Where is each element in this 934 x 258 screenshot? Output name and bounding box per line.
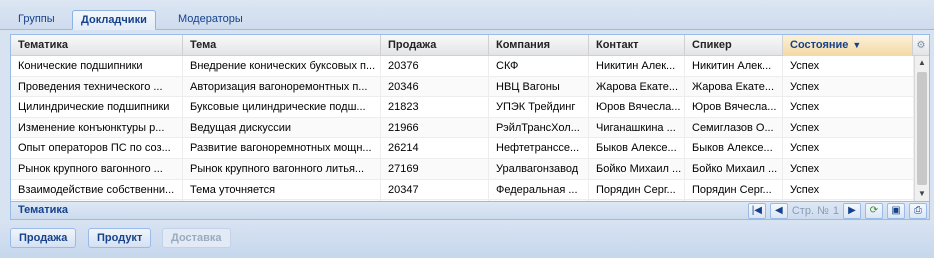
- table-cell: Порядин Серг...: [589, 179, 685, 200]
- grid-body: Конические подшипники Внедрение конически…: [11, 56, 914, 201]
- table-cell: Чиганашкина ...: [589, 117, 685, 138]
- table-cell: Рынок крупного вагонного ...: [11, 158, 183, 179]
- table-cell: Конические подшипники: [11, 56, 183, 76]
- table-cell: УПЭК Трейдинг: [489, 97, 589, 118]
- table-cell: 21966: [381, 117, 489, 138]
- refresh-icon[interactable]: ⟳: [865, 203, 883, 219]
- table-row[interactable]: Проведения технического ... Авторизация в…: [11, 76, 914, 98]
- table-cell: Успех: [783, 97, 914, 118]
- column-header-subject[interactable]: Тема: [183, 35, 381, 56]
- table-cell: Жарова Екате...: [685, 76, 783, 97]
- table-cell: Успех: [783, 179, 914, 200]
- table-cell: РэйлТрансХол...: [489, 117, 589, 138]
- table-cell: Опыт операторов ПС по соз...: [11, 138, 183, 159]
- table-cell: Успех: [783, 117, 914, 138]
- table-cell: Порядин Серг...: [685, 179, 783, 200]
- table-cell: Быков Алексе...: [589, 138, 685, 159]
- bottom-toolbar: Продажа Продукт Доставка: [0, 224, 934, 258]
- column-header-status-label: Состояние: [790, 39, 849, 51]
- table-cell: Внедрение конических буксовых п...: [183, 56, 381, 76]
- save-icon[interactable]: ▣: [887, 203, 905, 219]
- page-number[interactable]: 1: [833, 205, 839, 217]
- table-cell: Нефтетранссе...: [489, 138, 589, 159]
- tab-strip: Группы Докладчики Модераторы: [0, 0, 934, 30]
- table-cell: 20346: [381, 76, 489, 97]
- table-cell: Тема уточняется: [183, 179, 381, 200]
- table-cell: 27169: [381, 158, 489, 179]
- table-cell: НВЦ Вагоны: [489, 76, 589, 97]
- table-cell: Авторизация вагоноремонтных п...: [183, 76, 381, 97]
- tab-groups[interactable]: Группы: [10, 10, 63, 30]
- table-cell: 21823: [381, 97, 489, 118]
- table-cell: СКФ: [489, 56, 589, 76]
- table-cell: Успех: [783, 158, 914, 179]
- group-by-label: Тематика: [18, 204, 69, 216]
- table-row[interactable]: Взаимодействие собственни... Тема уточняе…: [11, 179, 914, 201]
- table-row[interactable]: Опыт операторов ПС по соз... Развитие ваг…: [11, 138, 914, 159]
- table-cell: Жарова Екате...: [589, 76, 685, 97]
- table-cell: Изменение конъюнктуры р...: [11, 117, 183, 138]
- table-cell: 20347: [381, 179, 489, 200]
- table-cell: Успех: [783, 76, 914, 97]
- table-cell: Семиглазов О...: [685, 117, 783, 138]
- next-page-icon[interactable]: ▶: [843, 203, 861, 219]
- table-cell: Бойко Михаил ...: [589, 158, 685, 179]
- table-row[interactable]: Рынок крупного вагонного ... Рынок крупно…: [11, 158, 914, 180]
- grid-header: Тематика Тема Продажа Компания Контакт С…: [11, 35, 929, 56]
- column-header-sale[interactable]: Продажа: [381, 35, 489, 56]
- table-cell: Никитин Алек...: [589, 56, 685, 76]
- grid-footer: Тематика |◀ ◀ Стр. № 1 ▶ ⟳ ▣ ⎙: [11, 201, 929, 219]
- sale-button[interactable]: Продажа: [10, 228, 77, 248]
- first-page-icon[interactable]: |◀: [747, 203, 766, 219]
- table-cell: Развитие вагоноремнотных мощн...: [183, 138, 381, 159]
- table-cell: Буксовые цилиндрические подш...: [183, 97, 381, 118]
- pager: |◀ ◀ Стр. № 1 ▶ ⟳ ▣ ⎙: [747, 202, 927, 220]
- column-header-status[interactable]: Состояние ▼: [783, 35, 913, 56]
- table-cell: Федеральная ...: [489, 179, 589, 200]
- column-header-contact[interactable]: Контакт: [589, 35, 685, 56]
- tab-speakers[interactable]: Докладчики: [72, 10, 156, 30]
- table-cell: Юров Вячесла...: [685, 97, 783, 118]
- table-row[interactable]: Конические подшипники Внедрение конически…: [11, 56, 914, 77]
- product-button[interactable]: Продукт: [88, 228, 152, 248]
- delivery-button: Доставка: [162, 228, 231, 248]
- scrollbar-thumb[interactable]: [917, 72, 927, 185]
- tab-moderators[interactable]: Модераторы: [170, 10, 251, 30]
- page-label: Стр. №: [791, 205, 829, 217]
- table-cell: Юров Вячесла...: [589, 97, 685, 118]
- column-header-topic[interactable]: Тематика: [11, 35, 183, 56]
- table-row[interactable]: Цилиндрические подшипники Буксовые цилинд…: [11, 97, 914, 118]
- speakers-grid-panel: Тематика Тема Продажа Компания Контакт С…: [10, 34, 930, 220]
- scroll-down-icon[interactable]: ▼: [915, 187, 929, 201]
- vertical-scrollbar[interactable]: ▲ ▼: [914, 56, 929, 201]
- table-cell: Успех: [783, 138, 914, 159]
- columns-menu-icon[interactable]: ⚙: [913, 35, 929, 56]
- table-cell: Быков Алексе...: [685, 138, 783, 159]
- table-cell: Проведения технического ...: [11, 76, 183, 97]
- table-cell: Рынок крупного вагонного литья...: [183, 158, 381, 179]
- table-cell: Успех: [783, 56, 914, 76]
- column-header-speaker[interactable]: Спикер: [685, 35, 783, 56]
- table-cell: 26214: [381, 138, 489, 159]
- print-icon[interactable]: ⎙: [909, 203, 927, 219]
- table-cell: Никитин Алек...: [685, 56, 783, 76]
- scroll-up-icon[interactable]: ▲: [915, 56, 929, 70]
- table-cell: Уралвагонзавод: [489, 158, 589, 179]
- table-cell: Цилиндрические подшипники: [11, 97, 183, 118]
- table-cell: 20376: [381, 56, 489, 76]
- column-header-company[interactable]: Компания: [489, 35, 589, 56]
- prev-page-icon[interactable]: ◀: [769, 203, 788, 219]
- table-cell: Бойко Михаил ...: [685, 158, 783, 179]
- table-row[interactable]: Изменение конъюнктуры р... Ведущая дискус…: [11, 117, 914, 139]
- table-cell: Взаимодействие собственни...: [11, 179, 183, 200]
- sort-desc-icon[interactable]: ▼: [852, 40, 861, 50]
- table-cell: Ведущая дискуссии: [183, 117, 381, 138]
